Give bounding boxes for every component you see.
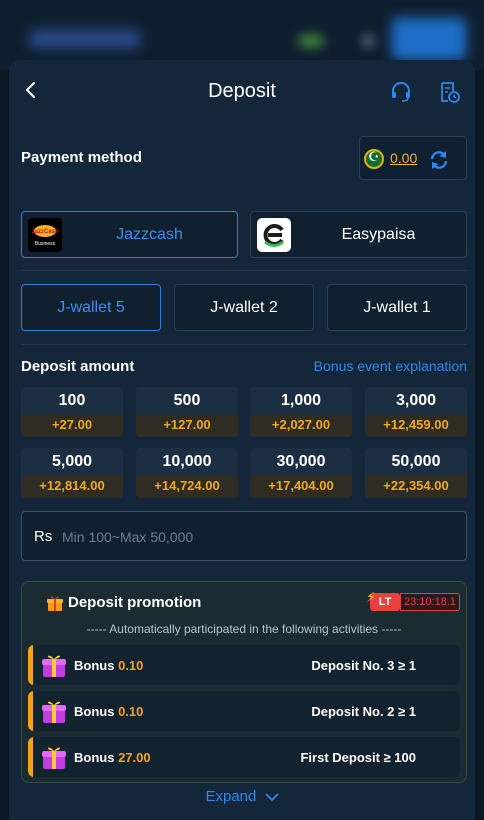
amount-value: 3,000 [395, 392, 437, 409]
amount-bonus: +12,459.00 [365, 414, 467, 437]
method-easypaisa[interactable]: Easypaisa [250, 211, 467, 258]
amount-option[interactable]: 50,000 +22,354.00 [365, 448, 467, 498]
amount-option[interactable]: 3,000 +12,459.00 [365, 387, 467, 437]
blurred-logo [30, 30, 140, 48]
method-jazzcash[interactable]: JazzCash Business Jazzcash [21, 211, 238, 258]
method-label: Jazzcash [116, 226, 183, 243]
divider [21, 344, 467, 345]
promotion-condition: Deposit No. 2 ≥ 1 [311, 704, 416, 719]
bonus-value: 0.10 [118, 704, 144, 719]
bonus-label: Bonus [74, 750, 115, 765]
currency-label: Rs [34, 528, 53, 545]
wallet-option[interactable]: J-wallet 2 [174, 284, 314, 331]
expand-button[interactable]: Expand [9, 788, 475, 805]
blurred-button [392, 18, 466, 60]
amount-bonus: +22,354.00 [365, 475, 467, 498]
promotion-title: Deposit promotion [68, 594, 202, 611]
amount-bonus: +27.00 [21, 414, 123, 437]
blurred-icon [360, 33, 376, 49]
divider [21, 270, 467, 271]
customer-support-icon[interactable] [389, 80, 413, 104]
blurred-status [298, 34, 324, 48]
deposit-header: Deposit [9, 60, 475, 124]
amount-value: 5,000 [51, 453, 93, 470]
chevron-down-icon [264, 793, 279, 802]
amount-value: 30,000 [276, 453, 326, 470]
promotion-row: Bonus 27.00 First Deposit ≥ 100 [28, 737, 460, 777]
wallet-option[interactable]: J-wallet 1 [327, 284, 467, 331]
amount-input-box: Rs [21, 511, 467, 561]
gift-box-icon [42, 747, 66, 769]
amount-bonus: +127.00 [136, 414, 238, 437]
promotion-subtitle: ----- Automatically participated in the … [86, 622, 402, 636]
deposit-promotion-card: Deposit promotion LT ⚡ 23:10:18.1 ----- … [21, 581, 467, 783]
gift-box-icon [42, 701, 66, 723]
svg-text:Business: Business [35, 241, 56, 247]
amount-bonus: +14,724.00 [136, 475, 238, 498]
promotion-bonus: Bonus 0.10 [74, 704, 143, 719]
countdown-timer: 23:10:18.1 [400, 593, 460, 611]
promotion-bonus: Bonus 27.00 [74, 750, 151, 765]
deposit-amount-label: Deposit amount [21, 358, 135, 375]
bonus-label: Bonus [74, 658, 115, 673]
amount-option[interactable]: 100 +27.00 [21, 387, 123, 437]
amount-option[interactable]: 30,000 +17,404.00 [250, 448, 352, 498]
balance-value: 0.00 [390, 150, 418, 166]
promotion-condition: Deposit No. 3 ≥ 1 [311, 658, 416, 673]
amount-bonus: +17,404.00 [250, 475, 352, 498]
amount-bonus: +2,027.00 [250, 414, 352, 437]
svg-text:JazzCash: JazzCash [31, 229, 59, 235]
expand-label: Expand [205, 788, 257, 805]
gift-box-icon [42, 655, 66, 677]
row-accent-bar [28, 645, 33, 685]
lightning-icon: ⚡ [366, 590, 376, 606]
amount-value: 500 [173, 392, 201, 409]
method-label: Easypaisa [341, 226, 416, 243]
promotion-row: Bonus 0.10 Deposit No. 2 ≥ 1 [28, 691, 460, 731]
wallet-option[interactable]: J-wallet 5 [21, 284, 161, 331]
deposit-panel: Deposit Payment method 0.00 [9, 60, 475, 820]
amount-option[interactable]: 5,000 +12,814.00 [21, 448, 123, 498]
balance-box: 0.00 [359, 136, 467, 180]
deposit-history-icon[interactable] [437, 80, 461, 104]
amount-value: 50,000 [391, 453, 441, 470]
pakistan-flag-icon [364, 149, 384, 169]
bonus-value: 27.00 [118, 750, 151, 765]
amount-value: 100 [58, 392, 86, 409]
amount-value: 1,000 [280, 392, 322, 409]
jazzcash-logo-icon: JazzCash Business [28, 218, 62, 252]
bonus-value: 0.10 [118, 658, 144, 673]
bonus-explanation-link[interactable]: Bonus event explanation [314, 358, 467, 374]
row-accent-bar [28, 691, 33, 731]
gift-icon [47, 596, 63, 611]
amount-option[interactable]: 10,000 +14,724.00 [136, 448, 238, 498]
easypaisa-logo-icon [257, 218, 291, 252]
promotion-bonus: Bonus 0.10 [74, 658, 143, 673]
amount-bonus: +12,814.00 [21, 475, 123, 498]
promotion-row: Bonus 0.10 Deposit No. 3 ≥ 1 [28, 645, 460, 685]
promotion-condition: First Deposit ≥ 100 [300, 750, 416, 765]
refresh-icon[interactable] [428, 149, 450, 171]
amount-option[interactable]: 500 +127.00 [136, 387, 238, 437]
amount-option[interactable]: 1,000 +2,027.00 [250, 387, 352, 437]
row-accent-bar [28, 737, 33, 777]
amount-input[interactable] [62, 522, 452, 552]
bonus-label: Bonus [74, 704, 115, 719]
payment-method-label: Payment method [21, 149, 142, 166]
amount-value: 10,000 [162, 453, 212, 470]
limited-time-badge: LT ⚡ 23:10:18.1 [366, 590, 460, 612]
